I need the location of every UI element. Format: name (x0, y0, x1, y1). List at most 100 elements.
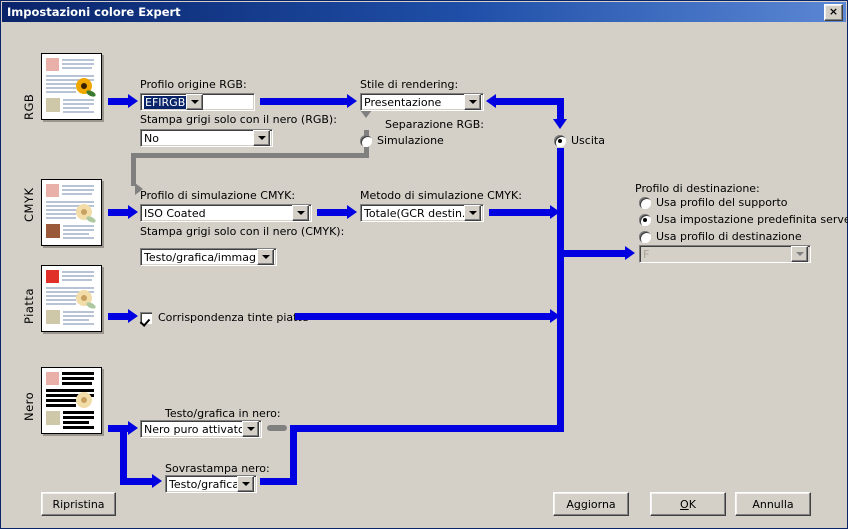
ok-button-accel: O (680, 497, 689, 511)
arrow-rgb-to-style-shaft (260, 98, 348, 105)
cmyk-gray-value: Testo/grafica/immagini (144, 250, 257, 264)
chevron-down-icon[interactable] (257, 249, 274, 265)
rendering-style-combo[interactable]: Presentazione (360, 93, 484, 111)
destination-option-media[interactable]: Usa profilo del supporto (639, 196, 788, 209)
section-label-rgb: RGB (22, 93, 36, 120)
chevron-down-icon[interactable] (186, 94, 204, 110)
black-overprint-combo[interactable]: Testo/grafica (165, 475, 257, 493)
ok-button[interactable]: OK (650, 492, 726, 516)
black-overprint-value: Testo/grafica (169, 477, 237, 491)
arrow-black-elbow-vertical (120, 425, 127, 478)
trunk-style-right (496, 98, 564, 105)
arrow-spot-to-trunk-shaft (295, 313, 551, 320)
rgb-separation-label: Separazione RGB: (385, 118, 484, 131)
radio-simulazione[interactable]: Simulazione (360, 134, 444, 147)
close-icon[interactable]: × (824, 4, 843, 21)
radio-label-simulazione: Simulazione (377, 134, 444, 147)
rgb-profile-value: EFIRGB (144, 95, 187, 109)
cmyk-method-label: Metodo di simulazione CMYK: (360, 189, 522, 202)
destination-profile-title: Profilo di destinazione: (635, 182, 760, 195)
section-label-cmyk: CMYK (22, 187, 36, 222)
window-title: Impostazioni colore Expert (7, 5, 181, 19)
chevron-down-icon[interactable] (464, 205, 481, 221)
arrow-spot-to-trunk-head (550, 309, 560, 323)
destination-option-server-default[interactable]: Usa impostazione predefinita server (639, 213, 848, 226)
radio-indicator-server-default (639, 213, 651, 226)
path-black-to-trunk (290, 425, 564, 432)
arrow-style-head-left (486, 94, 496, 108)
arrow-black-thumb-head (128, 421, 138, 435)
arrow-cmyk-to-method-head (347, 205, 357, 219)
arrow-rgb-to-style-head (347, 94, 357, 108)
chevron-down-icon[interactable] (791, 246, 808, 262)
update-button-label-post: giorna (580, 497, 616, 511)
spot-color-matching-label: Corrispondenza tinte piatte (158, 311, 309, 324)
arrow-method-to-trunk-shaft (489, 209, 551, 216)
chevron-down-icon[interactable] (237, 476, 254, 492)
trunk-style-down (557, 98, 564, 120)
section-label-spot: Piatta (22, 288, 36, 324)
spot-color-matching-checkbox[interactable]: Corrispondenza tinte piatte (140, 311, 309, 324)
cmyk-profile-label: Profilo di simulazione CMYK: (140, 189, 296, 202)
destination-option-custom[interactable]: Usa profilo di destinazione (639, 230, 802, 243)
cmyk-gray-label: Stampa grigi solo con il nero (CMYK): (140, 225, 345, 238)
dialog-client-area: RGB CMYK Piatta Nero Profilo origine RGB… (2, 22, 848, 527)
rgb-gray-combo[interactable]: No (140, 129, 273, 147)
thumbnail-spot (41, 265, 102, 332)
arrow-rgb-thumb-head (128, 94, 138, 108)
path-overprint-up (290, 425, 297, 485)
radio-label-uscita: Uscita (571, 134, 605, 147)
arrow-cmyk-thumb-head (128, 205, 138, 219)
radio-indicator-simulazione (360, 134, 372, 147)
radio-indicator-uscita (554, 134, 566, 147)
update-button-label-pre: A (566, 497, 574, 511)
destination-profile-combo[interactable]: F (639, 245, 811, 263)
arrow-black-elbow-horizontal (120, 478, 153, 485)
rendering-style-value: Presentazione (364, 95, 442, 109)
arrow-cmyk-thumb-shaft (108, 209, 130, 216)
black-overprint-label: Sovrastampa nero: (165, 462, 270, 475)
restore-button[interactable]: Ripristina (41, 492, 116, 516)
gray-connector-horizontal (131, 153, 369, 158)
arrow-black-elbow-head (152, 474, 162, 488)
rgb-profile-label: Profilo origine RGB: (140, 78, 247, 91)
cmyk-profile-combo[interactable]: ISO Coated (140, 204, 312, 222)
ok-button-label-post: K (688, 497, 696, 511)
arrow-trunk-to-destination-head (625, 246, 635, 260)
black-text-graphics-label: Testo/grafica in nero: (165, 407, 281, 420)
arrow-trunk-to-destination-shaft (564, 250, 626, 257)
cmyk-gray-combo[interactable]: Testo/grafica/immagini (140, 248, 277, 266)
chevron-down-icon[interactable] (464, 94, 481, 110)
rgb-gray-value: No (144, 131, 159, 145)
title-bar: Impostazioni colore Expert × (2, 2, 846, 22)
cmyk-profile-value: ISO Coated (144, 206, 206, 220)
radio-indicator-custom (639, 230, 651, 243)
chevron-down-icon[interactable] (292, 205, 309, 221)
cmyk-method-combo[interactable]: Totale(GCR destin.) (360, 204, 484, 222)
black-text-graphics-value: Nero puro attivato (144, 422, 242, 436)
chevron-down-icon[interactable] (253, 130, 270, 146)
arrow-spot-thumb-head (128, 309, 138, 323)
rgb-profile-combo[interactable]: EFIRGB (140, 93, 255, 111)
update-button[interactable]: Ag giorna (553, 492, 629, 516)
expert-color-settings-dialog: Impostazioni colore Expert × RGB CMYK Pi… (0, 0, 848, 529)
rgb-gray-label: Stampa grigi solo con il nero (RGB): (140, 113, 337, 126)
cancel-button[interactable]: Annulla (735, 492, 811, 516)
gray-arrow-head-down (360, 110, 372, 118)
destination-option-label-custom: Usa profilo di destinazione (656, 230, 802, 243)
gray-connector-vertical-2 (131, 153, 136, 186)
rendering-style-label: Stile di rendering: (360, 78, 459, 91)
arrow-rgb-thumb-shaft (108, 98, 130, 105)
arrow-spot-thumb-shaft (108, 313, 130, 320)
checkbox-indicator-spot (140, 311, 152, 324)
thumbnail-cmyk (41, 179, 102, 246)
cmyk-method-value: Totale(GCR destin.) (364, 206, 464, 220)
update-button-accel: g (573, 497, 581, 511)
chevron-down-icon[interactable] (242, 421, 259, 437)
black-text-graphics-combo[interactable]: Nero puro attivato (140, 420, 262, 438)
destination-option-label-media: Usa profilo del supporto (656, 196, 788, 209)
radio-uscita[interactable]: Uscita (554, 134, 605, 147)
arrow-cmyk-to-method-shaft (317, 209, 348, 216)
section-label-black: Nero (22, 391, 36, 421)
radio-indicator-media (639, 196, 651, 209)
